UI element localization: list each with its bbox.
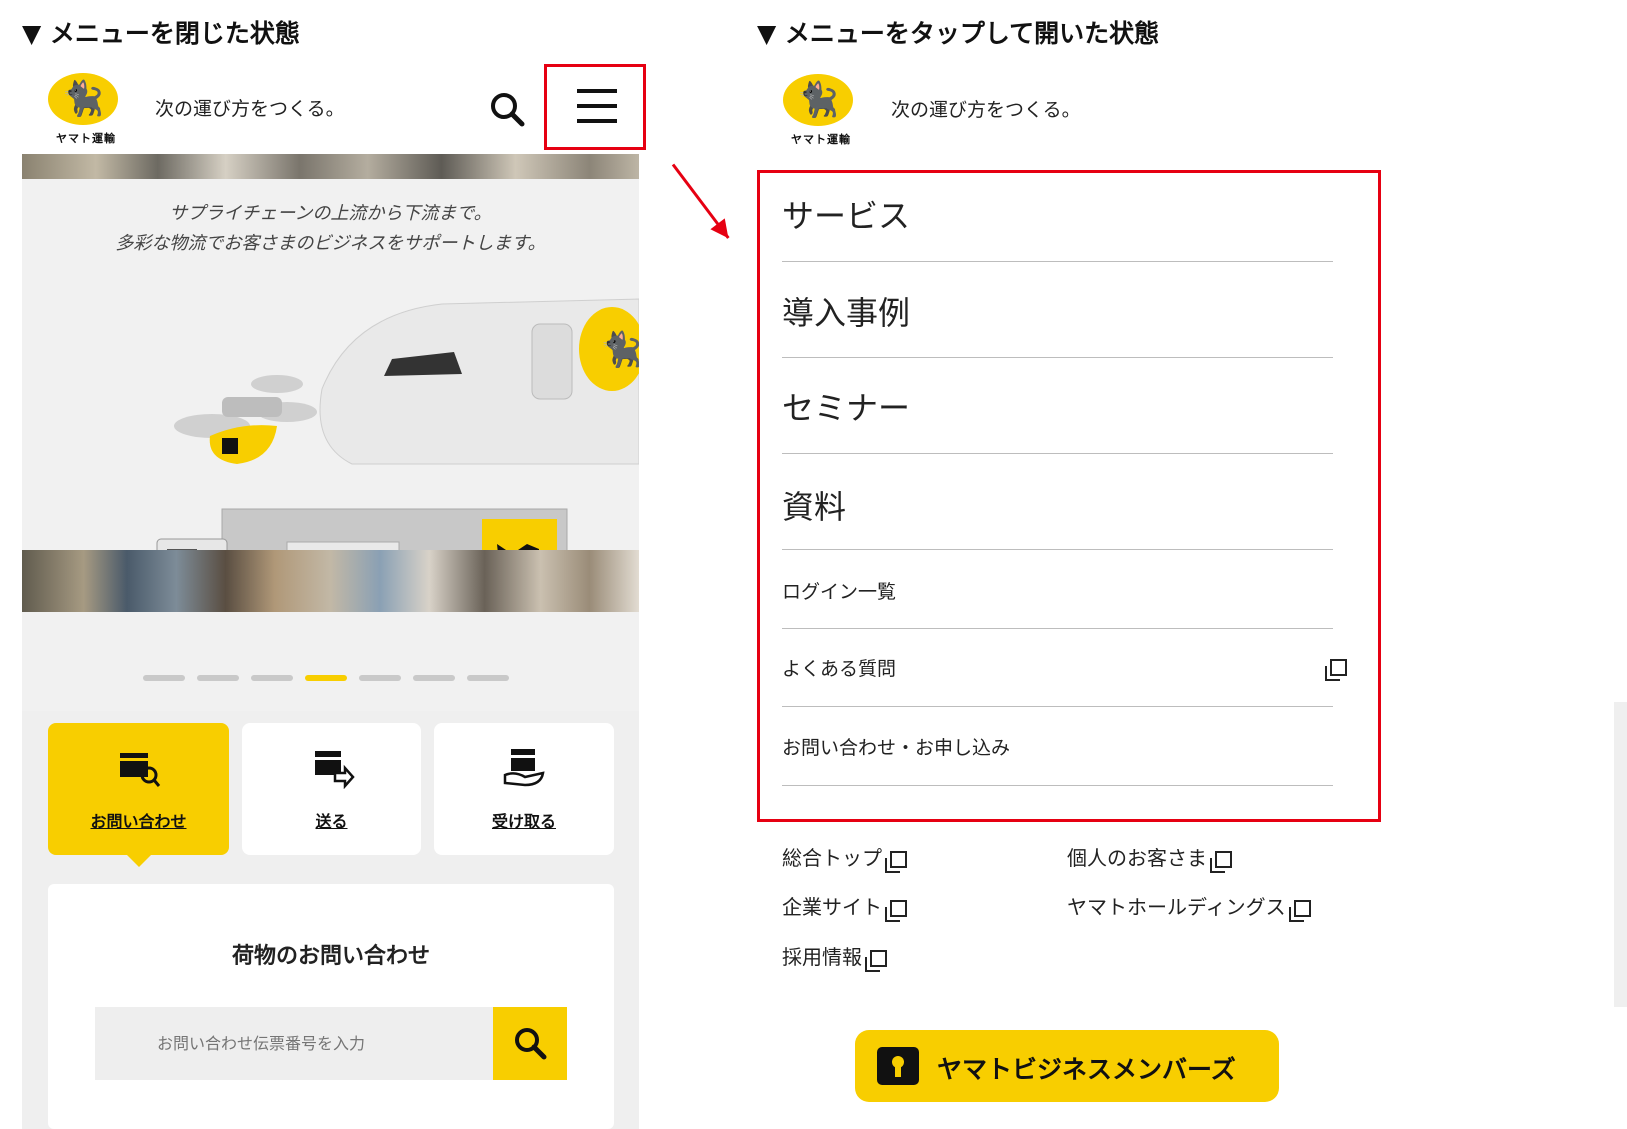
photo-strip-top (22, 154, 639, 179)
carousel-dot[interactable] (251, 675, 293, 681)
hero-text-line2: 多彩な物流でお客さまのビジネスをサポートします。 (115, 233, 546, 254)
carousel-dot[interactable] (305, 675, 347, 681)
tracking-search-button[interactable] (493, 1007, 567, 1080)
caption-menu-closed: ▼ メニューを閉じた状態 (22, 19, 300, 48)
carousel-dot[interactable] (467, 675, 509, 681)
footer-link-recruit[interactable]: 採用情報 (782, 941, 887, 972)
carousel-dot[interactable] (413, 675, 455, 681)
tab-label-receive: 受け取る (491, 812, 556, 831)
external-link-icon (1210, 851, 1232, 873)
tagline-open: 次の運び方をつくる。 (891, 99, 1081, 121)
carousel-dot[interactable] (143, 675, 185, 681)
brand-logo-open[interactable]: 🐈‍⬛ (783, 74, 853, 126)
business-members-button[interactable]: ヤマトビジネスメンバーズ (855, 1030, 1279, 1102)
footer-link-holdings[interactable]: ヤマトホールディングス (1067, 891, 1311, 922)
lock-icon (877, 1047, 919, 1085)
tab-inquiry[interactable]: お問い合わせ (48, 723, 229, 855)
tracking-card: 荷物のお問い合わせ (48, 884, 614, 1129)
photo-strip-bottom (22, 550, 639, 612)
carousel-dot[interactable] (197, 675, 239, 681)
hero-text-line1: サプライチェーンの上流から下流まで。 (169, 203, 492, 224)
external-link-icon (865, 950, 887, 972)
hamburger-icon (577, 89, 617, 93)
external-link-icon (1288, 900, 1311, 922)
footer-link-personal[interactable]: 個人のお客さま (1067, 842, 1232, 873)
box-send-icon (242, 745, 421, 798)
box-receive-icon (434, 745, 614, 798)
external-link-icon (885, 851, 907, 873)
box-search-icon (48, 745, 229, 798)
tab-label-inquiry: お問い合わせ (90, 812, 187, 831)
side-scroll-edge (1614, 702, 1627, 1007)
logo-text: ヤマト運輸 (56, 132, 116, 145)
active-tab-pointer (127, 855, 151, 867)
footer-link-business-site[interactable]: 企業サイト (782, 891, 907, 922)
hero-carousel[interactable]: サプライチェーンの上流から下流まで。 多彩な物流でお客さまのビジネスをサポートし… (22, 154, 639, 711)
menu-item-seminar[interactable]: セミナー (782, 358, 1333, 454)
external-link-icon (885, 900, 907, 922)
menu-item-faq[interactable]: よくある質問 (782, 629, 1347, 707)
tab-label-send: 送る (315, 812, 348, 831)
search-icon[interactable] (488, 90, 528, 130)
menu-item-case-studies[interactable]: 導入事例 (782, 261, 1333, 358)
logo-text-open: ヤマト運輸 (791, 133, 851, 146)
business-members-label: ヤマトビジネスメンバーズ (937, 1055, 1236, 1084)
hamburger-menu-button[interactable] (544, 64, 646, 150)
caption-menu-opened: ▼ メニューをタップして開いた状態 (757, 19, 1160, 48)
carousel-indicators[interactable] (143, 675, 523, 681)
svg-text:🐈‍⬛: 🐈‍⬛ (600, 330, 639, 370)
menu-item-login-list[interactable]: ログイン一覧 (782, 550, 1333, 629)
tab-send[interactable]: 送る (242, 723, 421, 855)
footer-link-corporate-top[interactable]: 総合トップ (782, 842, 907, 873)
search-icon (515, 1028, 547, 1060)
external-link-icon (1325, 659, 1347, 681)
open-menu: サービス 導入事例 セミナー 資料 ログイン一覧 よくある質問 お問い合わせ・お… (757, 170, 1381, 822)
tagline: 次の運び方をつくる。 (155, 98, 345, 120)
cat-logo-icon: 🐈‍⬛ (61, 79, 105, 119)
menu-item-documents[interactable]: 資料 (782, 454, 1333, 550)
menu-item-contact-apply[interactable]: お問い合わせ・お申し込み (782, 707, 1333, 786)
carousel-dot[interactable] (359, 675, 401, 681)
tracking-title: 荷物のお問い合わせ (231, 944, 430, 969)
cat-logo-icon: 🐈‍⬛ (796, 80, 840, 120)
logistics-illustration: 🐈‍⬛ (69, 298, 639, 594)
menu-item-service[interactable]: サービス (782, 173, 1333, 262)
tracking-number-input[interactable] (95, 1007, 493, 1080)
brand-logo[interactable]: 🐈‍⬛ (48, 73, 118, 125)
tab-receive[interactable]: 受け取る (434, 723, 614, 855)
